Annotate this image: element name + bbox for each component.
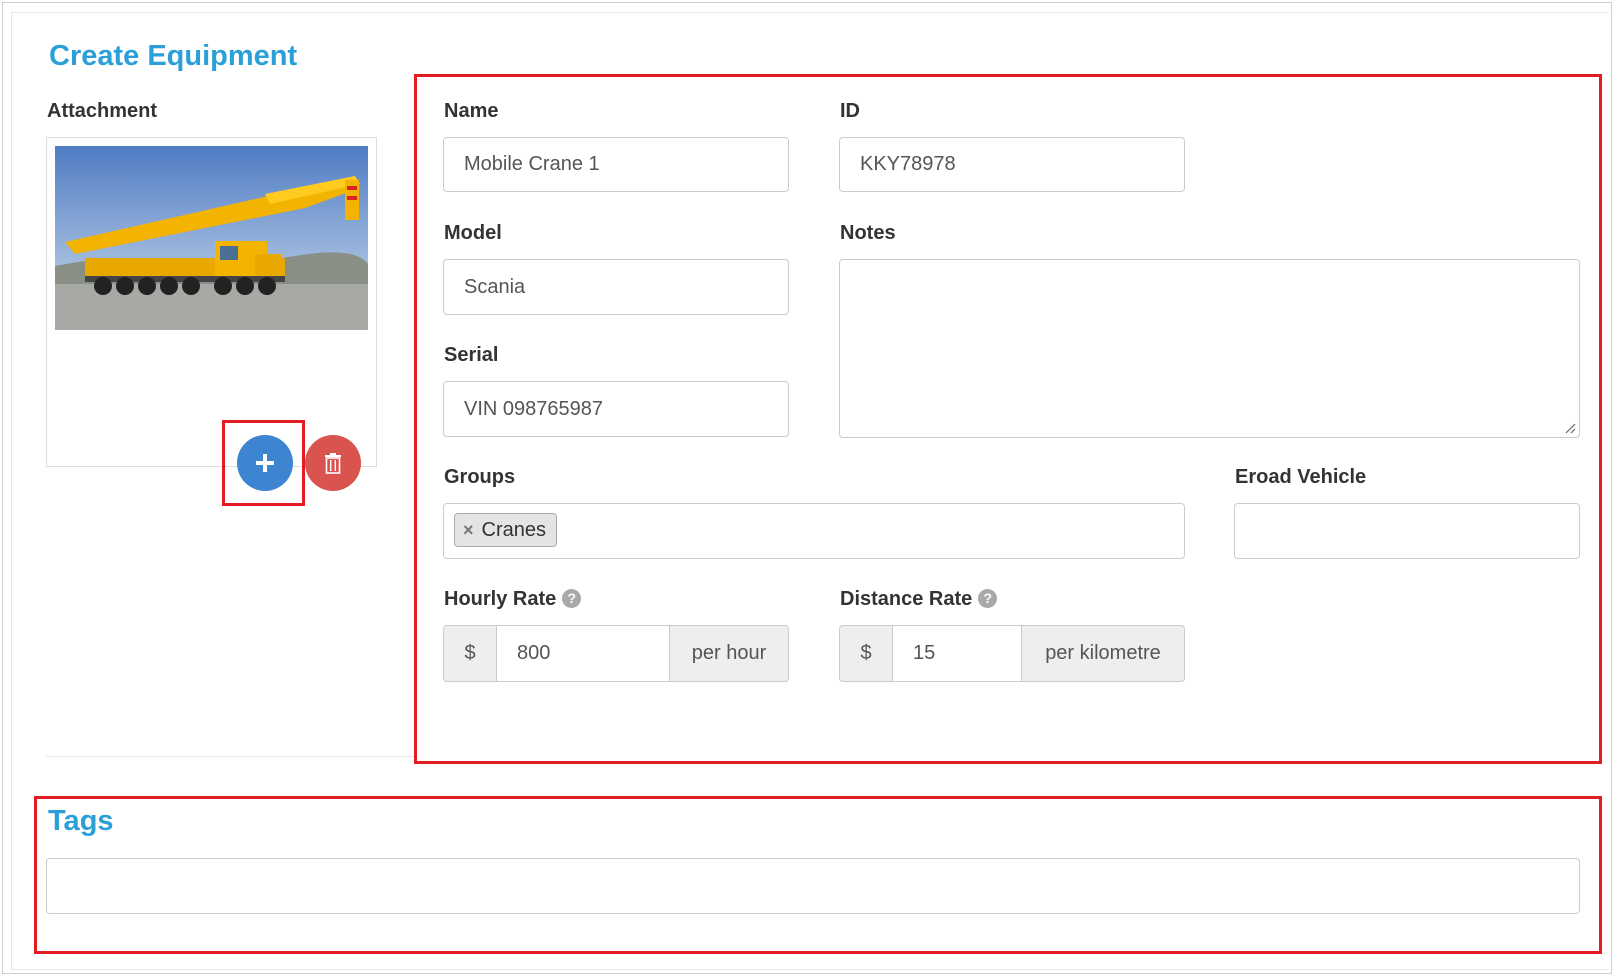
page-title: Create Equipment	[49, 40, 298, 72]
crane-photo	[55, 146, 368, 330]
add-button-highlight	[222, 420, 305, 506]
attachment-dropzone[interactable]	[46, 137, 377, 467]
trash-icon	[325, 453, 341, 474]
section-divider	[46, 756, 416, 757]
attachment-label: Attachment	[47, 100, 158, 122]
delete-attachment-button[interactable]	[305, 435, 361, 491]
attachment-image	[55, 146, 368, 330]
tags-highlight	[34, 796, 1602, 954]
form-fields-highlight	[414, 74, 1602, 764]
create-equipment-page: Create Equipment Attachment Name Mobile …	[0, 0, 1616, 980]
